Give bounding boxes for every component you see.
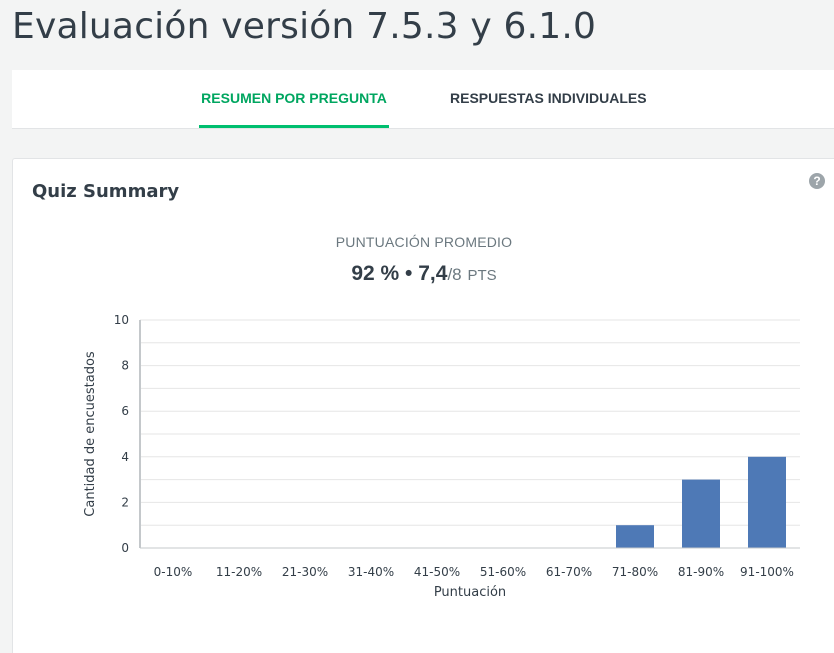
y-tick-label: 6 <box>121 404 129 418</box>
y-tick-label: 4 <box>121 450 129 464</box>
x-tick-label: 11-20% <box>216 565 262 579</box>
x-tick-label: 91-100% <box>740 565 794 579</box>
x-tick-label: 81-90% <box>678 565 724 579</box>
bar <box>682 479 720 548</box>
y-tick-label: 0 <box>121 541 129 555</box>
y-tick-label: 8 <box>121 359 129 373</box>
bar <box>748 456 786 548</box>
y-axis-title: Cantidad de encuestados <box>83 351 98 517</box>
x-tick-label: 21-30% <box>282 565 328 579</box>
y-tick-label: 2 <box>121 495 129 509</box>
x-tick-label: 31-40% <box>348 565 394 579</box>
x-tick-label: 71-80% <box>612 565 658 579</box>
y-tick-label: 10 <box>114 313 129 327</box>
x-tick-label: 51-60% <box>480 565 526 579</box>
x-tick-label: 0-10% <box>154 565 193 579</box>
x-tick-label: 61-70% <box>546 565 592 579</box>
x-tick-label: 41-50% <box>414 565 460 579</box>
x-axis-title: Puntuación <box>434 585 506 600</box>
score-histogram-chart: 0 2 4 6 8 10 0-10% 11-20% 21-30% 31-40% 41-50% 51-6… <box>83 313 800 600</box>
bar <box>616 525 654 548</box>
